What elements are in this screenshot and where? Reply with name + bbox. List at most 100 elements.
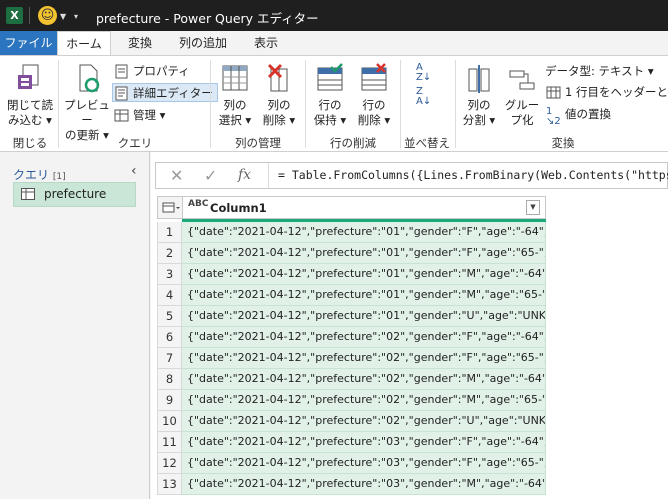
table-row[interactable]: 2 {"date":"2021-04-12","prefecture":"01",… — [157, 243, 546, 264]
data-type-label: データ型: テキスト ▾ — [545, 64, 654, 78]
group-by-button[interactable]: グルー プ化 — [502, 63, 542, 128]
collapse-pane-icon[interactable]: ‹ — [131, 163, 137, 179]
group-by-label: グルー プ化 — [504, 98, 540, 127]
text-type-icon[interactable]: ABC — [188, 199, 208, 209]
table-row[interactable]: 11 {"date":"2021-04-12","prefecture":"03"… — [157, 432, 546, 453]
cancel-icon[interactable]: ✕ — [170, 166, 183, 185]
tab-add-column[interactable]: 列の追加 — [170, 31, 236, 56]
row-number[interactable]: 9 — [157, 390, 182, 411]
table-cell[interactable]: {"date":"2021-04-12","prefecture":"01","… — [182, 285, 546, 306]
table-cell[interactable]: {"date":"2021-04-12","prefecture":"01","… — [182, 264, 546, 285]
table-cell[interactable]: {"date":"2021-04-12","prefecture":"02","… — [182, 390, 546, 411]
table-row[interactable]: 3 {"date":"2021-04-12","prefecture":"01",… — [157, 264, 546, 285]
preview-refresh-button[interactable]: プレビュー の更新 ▾ — [62, 63, 112, 143]
row-number[interactable]: 8 — [157, 369, 182, 390]
table-cell[interactable]: {"date":"2021-04-12","prefecture":"01","… — [182, 243, 546, 264]
group-by-icon — [506, 63, 538, 95]
row-number[interactable]: 2 — [157, 243, 182, 264]
choose-columns-icon — [219, 63, 251, 95]
replace-values-icon: 1 ↘2 — [546, 106, 561, 127]
advanced-editor-button[interactable]: 詳細エディター — [112, 83, 218, 102]
keep-rows-label: 行の 保持 ▾ — [313, 98, 347, 127]
row-number[interactable]: 13 — [157, 474, 182, 495]
table-row[interactable]: 10 {"date":"2021-04-12","prefecture":"02"… — [157, 411, 546, 432]
formula-bar: ✕ ✓ fx = Table.FromColumns({Lines.FromBi… — [155, 162, 668, 189]
query-item-prefecture[interactable]: prefecture — [13, 182, 136, 207]
table-cell[interactable]: {"date":"2021-04-12","prefecture":"01","… — [182, 306, 546, 327]
table-row[interactable]: 5 {"date":"2021-04-12","prefecture":"01",… — [157, 306, 546, 327]
advanced-editor-label: 詳細エディター — [133, 86, 213, 100]
properties-button[interactable]: プロパティ — [113, 62, 190, 81]
manage-label: 管理 ▾ — [133, 108, 166, 122]
table-cell[interactable]: {"date":"2021-04-12","prefecture":"02","… — [182, 348, 546, 369]
queries-pane-title: クエリ — [13, 168, 50, 182]
remove-rows-button[interactable]: 行の 削除 ▾ — [353, 63, 395, 128]
table-cell[interactable]: {"date":"2021-04-12","prefecture":"03","… — [182, 474, 546, 495]
table-cell[interactable]: {"date":"2021-04-12","prefecture":"02","… — [182, 411, 546, 432]
table-row[interactable]: 4 {"date":"2021-04-12","prefecture":"01",… — [157, 285, 546, 306]
keep-rows-button[interactable]: 行の 保持 ▾ — [309, 63, 351, 128]
row-number[interactable]: 11 — [157, 432, 182, 453]
table-cell[interactable]: {"date":"2021-04-12","prefecture":"02","… — [182, 369, 546, 390]
table-menu-icon[interactable] — [158, 197, 183, 218]
close-group-label: 閉じる — [12, 136, 48, 150]
group-divider — [58, 60, 59, 148]
row-number[interactable]: 6 — [157, 327, 182, 348]
row-number[interactable]: 10 — [157, 411, 182, 432]
transform-group-label: 変換 — [551, 136, 575, 150]
tab-view[interactable]: 表示 — [244, 31, 288, 56]
sort-group-label: 並べ替え — [404, 136, 450, 150]
remove-rows-label: 行の 削除 ▾ — [357, 98, 391, 127]
table-cell[interactable]: {"date":"2021-04-12","prefecture":"03","… — [182, 453, 546, 474]
remove-columns-button[interactable]: 列の 削除 ▾ — [258, 63, 300, 128]
use-first-row-label: 1 行目をヘッダーとして — [565, 85, 668, 99]
tab-home[interactable]: ホーム — [57, 31, 111, 56]
tab-transform[interactable]: 変換 — [116, 31, 164, 56]
row-number[interactable]: 5 — [157, 306, 182, 327]
table-row[interactable]: 7 {"date":"2021-04-12","prefecture":"02",… — [157, 348, 546, 369]
ribbon-tabs: ファイル ホーム 変換 列の追加 表示 — [0, 31, 668, 56]
sort-ascending-icon[interactable]: A Z↓ — [416, 63, 438, 85]
properties-icon — [114, 64, 129, 79]
sort-descending-icon[interactable]: Z A↓ — [416, 87, 438, 109]
fx-icon[interactable]: fx — [238, 167, 251, 183]
smiley-feedback-icon[interactable]: ☺ — [38, 6, 57, 25]
row-number[interactable]: 3 — [157, 264, 182, 285]
advanced-editor-icon — [114, 86, 129, 101]
manage-button[interactable]: 管理 ▾ — [113, 106, 165, 125]
table-row[interactable]: 9 {"date":"2021-04-12","prefecture":"02",… — [157, 390, 546, 411]
table-cell[interactable]: {"date":"2021-04-12","prefecture":"01","… — [182, 222, 546, 243]
split-column-icon — [463, 63, 495, 95]
table-row[interactable]: 12 {"date":"2021-04-12","prefecture":"03"… — [157, 453, 546, 474]
column-header-column1[interactable]: Column1 — [210, 201, 267, 215]
table-cell[interactable]: {"date":"2021-04-12","prefecture":"02","… — [182, 327, 546, 348]
tab-file[interactable]: ファイル — [0, 31, 57, 56]
row-number[interactable]: 7 — [157, 348, 182, 369]
grid-header: ABC Column1 ▼ — [157, 196, 546, 219]
commit-icon[interactable]: ✓ — [204, 166, 217, 185]
remove-columns-label: 列の 削除 ▾ — [262, 98, 296, 127]
quick-access-customize-icon[interactable]: ▾ — [74, 12, 78, 21]
table-row[interactable]: 13 {"date":"2021-04-12","prefecture":"03"… — [157, 474, 546, 495]
row-number[interactable]: 1 — [157, 222, 182, 243]
row-number[interactable]: 12 — [157, 453, 182, 474]
title-bar: X ☺ ▼ ▾ prefecture - Power Query エディター — [0, 0, 668, 31]
choose-columns-button[interactable]: 列の 選択 ▾ — [214, 63, 256, 128]
formula-divider — [268, 163, 269, 188]
table-row[interactable]: 6 {"date":"2021-04-12","prefecture":"02",… — [157, 327, 546, 348]
table-cell[interactable]: {"date":"2021-04-12","prefecture":"03","… — [182, 432, 546, 453]
split-column-button[interactable]: 列の 分割 ▾ — [458, 63, 500, 128]
filter-dropdown-icon[interactable]: ▼ — [526, 200, 540, 215]
table-row[interactable]: 1 {"date":"2021-04-12","prefecture":"01",… — [157, 222, 546, 243]
use-first-row-button[interactable]: 1 行目をヘッダーとして — [545, 83, 668, 102]
table-row[interactable]: 8 {"date":"2021-04-12","prefecture":"02",… — [157, 369, 546, 390]
chevron-down-icon[interactable]: ▼ — [60, 12, 66, 21]
replace-values-button[interactable]: 1 ↘2 値の置換 — [545, 105, 611, 127]
close-load-button[interactable]: 閉じて読 み込む ▾ — [6, 63, 54, 128]
remove-rows-icon — [358, 63, 390, 95]
formula-input[interactable]: = Table.FromColumns({Lines.FromBinary(We… — [278, 168, 668, 182]
data-type-dropdown[interactable]: データ型: テキスト ▾ — [543, 62, 654, 81]
group-divider — [210, 60, 211, 148]
excel-icon[interactable]: X — [6, 7, 23, 24]
row-number[interactable]: 4 — [157, 285, 182, 306]
